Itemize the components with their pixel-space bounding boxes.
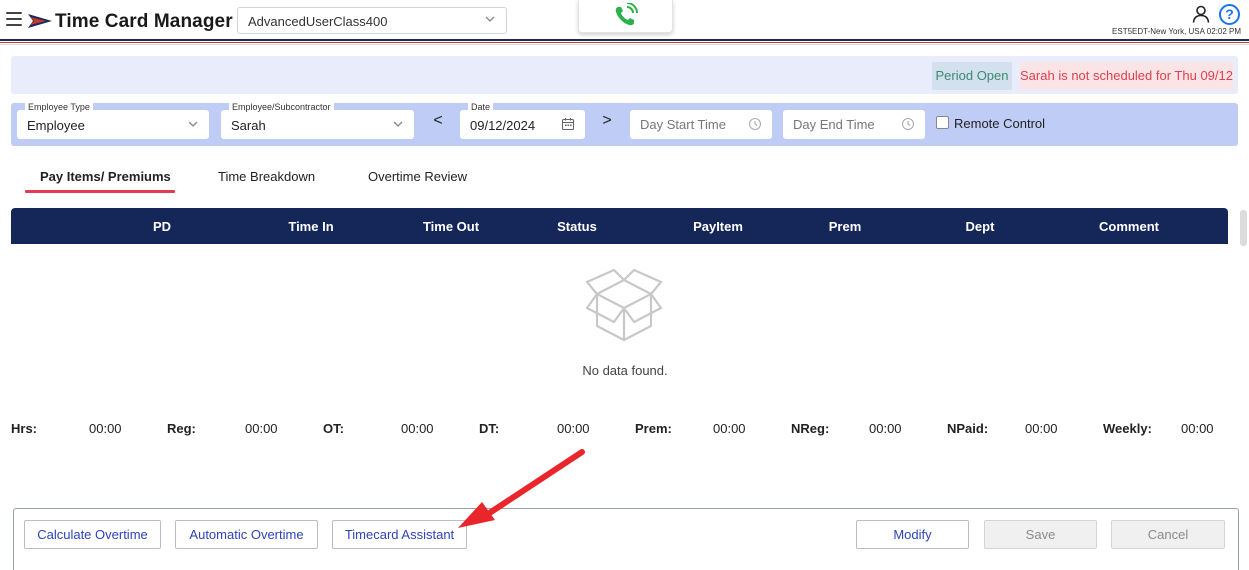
column-header-time-out[interactable]: Time Out	[391, 219, 511, 234]
total-npaid-value: 00:00	[1025, 421, 1058, 436]
column-header-prem[interactable]: Prem	[785, 219, 905, 234]
header-divider-accent	[0, 42, 1249, 43]
total-hrs-label: Hrs:	[11, 421, 38, 436]
column-header-payitem[interactable]: PayItem	[658, 219, 778, 234]
phone-call-button[interactable]	[578, 0, 673, 33]
calculate-overtime-button[interactable]: Calculate Overtime	[24, 520, 161, 549]
empty-state-text: No data found.	[582, 363, 668, 378]
day-start-time-input[interactable]: Day Start Time	[630, 110, 772, 139]
chevron-down-icon	[188, 121, 198, 127]
employee-value: Sarah	[231, 118, 266, 133]
column-header-pd[interactable]: PD	[102, 219, 222, 234]
column-header-dept[interactable]: Dept	[920, 219, 1040, 234]
employee-label: Employee/Subcontractor	[229, 102, 334, 113]
empty-box-icon	[585, 268, 663, 342]
employee-type-label: Employee Type	[25, 102, 93, 113]
app-header: Time Card Manager AdvancedUserClass400 ?…	[0, 0, 1249, 40]
chevron-down-icon	[485, 16, 495, 22]
chevron-down-icon	[393, 121, 403, 127]
pay-items-grid-header: PD Time In Time Out Status PayItem Prem …	[11, 208, 1228, 244]
user-class-value: AdvancedUserClass400	[248, 14, 388, 29]
day-start-time-placeholder: Day Start Time	[640, 117, 726, 132]
header-divider	[0, 39, 1249, 41]
previous-date-button[interactable]: <	[430, 112, 446, 130]
tab-time-breakdown[interactable]: Time Breakdown	[218, 169, 315, 184]
automatic-overtime-button[interactable]: Automatic Overtime	[175, 520, 318, 549]
employee-type-value: Employee	[27, 118, 85, 133]
date-picker[interactable]: Date 09/12/2024	[460, 102, 585, 139]
help-icon[interactable]: ?	[1219, 4, 1240, 25]
schedule-alert-badge: Sarah is not scheduled for Thu 09/12	[1020, 62, 1233, 90]
tab-pay-items-premiums[interactable]: Pay Items/ Premiums	[40, 169, 171, 184]
total-dt-value: 00:00	[557, 421, 590, 436]
total-weekly-value: 00:00	[1181, 421, 1214, 436]
annotation-arrow-icon	[458, 449, 585, 528]
clock-icon	[901, 117, 915, 131]
column-header-time-in[interactable]: Time In	[251, 219, 371, 234]
total-nreg-value: 00:00	[869, 421, 902, 436]
remote-control-label: Remote Control	[954, 116, 1046, 131]
user-class-select[interactable]: AdvancedUserClass400	[237, 7, 507, 34]
clock-icon	[748, 117, 762, 131]
period-status-badge: Period Open	[932, 62, 1012, 90]
header-divider-light	[0, 44, 1249, 45]
timezone-clock: EST5EDT-New York, USA 02:02 PM	[1112, 27, 1241, 36]
day-end-time-placeholder: Day End Time	[793, 117, 875, 132]
grid-scrollbar[interactable]	[1240, 210, 1247, 246]
total-npaid-label: NPaid:	[947, 421, 989, 436]
total-hrs-value: 00:00	[89, 421, 122, 436]
app-title: Time Card Manager	[55, 11, 233, 32]
remote-control-checkbox[interactable]	[936, 116, 949, 129]
employee-select[interactable]: Employee/Subcontractor Sarah	[221, 102, 414, 139]
phone-ringing-icon	[615, 3, 638, 26]
total-dt-label: DT:	[479, 421, 500, 436]
modify-button[interactable]: Modify	[856, 520, 969, 549]
total-reg-value: 00:00	[245, 421, 278, 436]
active-tab-indicator	[25, 190, 175, 193]
total-weekly-label: Weekly:	[1103, 421, 1152, 436]
total-prem-value: 00:00	[713, 421, 746, 436]
app-logo-icon	[28, 14, 52, 28]
day-end-time-input[interactable]: Day End Time	[783, 110, 925, 139]
user-icon[interactable]	[1192, 5, 1210, 23]
employee-type-select[interactable]: Employee Type Employee	[17, 102, 209, 139]
total-nreg-label: NReg:	[791, 421, 830, 436]
hamburger-icon[interactable]	[6, 12, 22, 26]
save-button[interactable]: Save	[984, 520, 1097, 549]
column-header-comment[interactable]: Comment	[1069, 219, 1189, 234]
total-ot-label: OT:	[323, 421, 344, 436]
total-prem-label: Prem:	[635, 421, 672, 436]
calendar-icon[interactable]	[561, 117, 575, 131]
date-value: 09/12/2024	[470, 118, 536, 133]
cancel-button[interactable]: Cancel	[1111, 520, 1225, 549]
column-header-status[interactable]: Status	[517, 219, 637, 234]
tab-overtime-review[interactable]: Overtime Review	[368, 169, 467, 184]
date-label: Date	[468, 102, 494, 113]
total-reg-label: Reg:	[167, 421, 196, 436]
next-date-button[interactable]: >	[599, 112, 615, 130]
timecard-assistant-button[interactable]: Timecard Assistant	[332, 520, 467, 549]
total-ot-value: 00:00	[401, 421, 434, 436]
